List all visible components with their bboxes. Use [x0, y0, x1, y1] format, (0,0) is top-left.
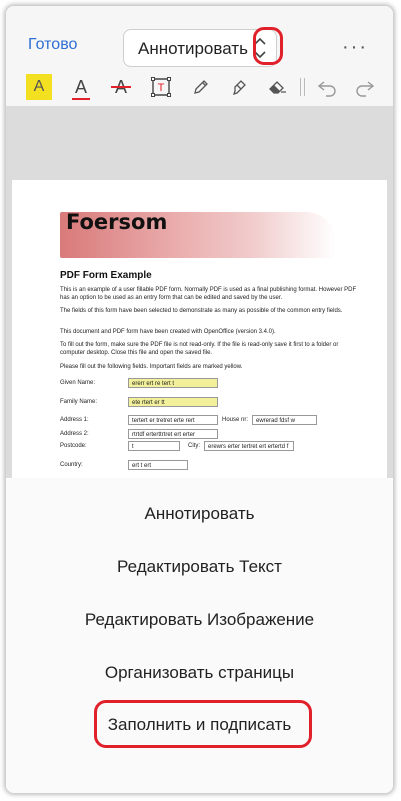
- annotation-highlight-box: [94, 700, 312, 748]
- highlight-icon: A: [33, 78, 45, 95]
- pdf-title: PDF Form Example: [60, 270, 152, 281]
- toolbar-divider: [304, 78, 305, 96]
- menu-item-edit-image[interactable]: Редактировать Изображение: [6, 600, 393, 640]
- highlight-tool[interactable]: A: [26, 74, 52, 100]
- eraser-icon: [269, 81, 286, 94]
- paragraph: To fill out the form, make sure the PDF …: [60, 342, 339, 356]
- redo-button[interactable]: [352, 74, 378, 100]
- family-name-field[interactable]: ete rtert er tt: [128, 397, 218, 407]
- address1-label: Address 1:: [60, 417, 89, 423]
- underline-icon: A: [74, 76, 87, 97]
- marker-icon: [232, 80, 246, 96]
- address2-label: Address 2:: [60, 431, 89, 437]
- given-name-field[interactable]: ererr ert re tert t: [128, 378, 218, 388]
- address1-field[interactable]: tertert er tretret erte rert: [128, 415, 218, 425]
- city-field[interactable]: erewrs erter tertret ert ertertd f: [204, 441, 294, 451]
- menu-item-organize-pages[interactable]: Организовать страницы: [6, 653, 393, 693]
- top-bar: Готово Аннотировать ··· A A A T: [6, 6, 393, 116]
- undo-button[interactable]: [314, 74, 340, 100]
- house-nr-field[interactable]: ewrerad fdsf w: [252, 415, 317, 425]
- document-viewer[interactable]: Foersom PDF Form Example This is an exam…: [6, 106, 393, 480]
- marker-tool[interactable]: [226, 74, 252, 100]
- country-field[interactable]: ert t ert: [128, 460, 188, 470]
- menu-item-edit-text[interactable]: Редактировать Текст: [6, 547, 393, 587]
- annotation-circle: [253, 27, 283, 65]
- city-label: City:: [188, 443, 200, 449]
- mode-menu-sheet: Аннотировать Редактировать Текст Редакти…: [6, 478, 393, 793]
- pen-tool[interactable]: [188, 74, 214, 100]
- done-button[interactable]: Готово: [28, 36, 77, 54]
- house-nr-label: House nr:: [222, 417, 249, 423]
- menu-item-annotate[interactable]: Аннотировать: [6, 494, 393, 534]
- more-options-button[interactable]: ···: [342, 36, 368, 59]
- family-name-label: Family Name:: [60, 399, 98, 405]
- pen-icon: [194, 80, 208, 94]
- eraser-tool[interactable]: [264, 74, 290, 100]
- undo-icon: [317, 81, 336, 97]
- textbox-icon: T: [151, 77, 171, 97]
- country-label: Country:: [60, 462, 83, 468]
- svg-text:T: T: [158, 82, 165, 94]
- postcode-field[interactable]: t: [128, 441, 180, 451]
- strikethrough-icon: A: [114, 76, 127, 97]
- underline-tool[interactable]: A: [68, 74, 94, 100]
- mode-label: Аннотировать: [138, 39, 248, 58]
- paragraph: Please fill out the following fields. Im…: [60, 364, 243, 370]
- postcode-label: Postcode:: [60, 443, 87, 449]
- paragraph: The fields of this form have been select…: [60, 308, 343, 314]
- strikethrough-tool[interactable]: A: [108, 74, 134, 100]
- pdf-page[interactable]: Foersom PDF Form Example This is an exam…: [12, 180, 387, 480]
- paragraph: This document and PDF form have been cre…: [60, 329, 276, 335]
- address2-field[interactable]: rtrtdf erterttrtret ert erter: [128, 429, 218, 439]
- redo-icon: [356, 81, 375, 97]
- paragraph: This is an example of a user fillable PD…: [60, 287, 357, 301]
- textbox-tool[interactable]: T: [148, 74, 174, 100]
- logo: Foersom: [66, 210, 168, 234]
- app-frame: Готово Аннотировать ··· A A A T Foersom …: [6, 6, 393, 793]
- given-name-label: Given Name:: [60, 380, 96, 386]
- annotation-toolbar: A A A T: [20, 74, 380, 102]
- toolbar-divider: [300, 78, 301, 96]
